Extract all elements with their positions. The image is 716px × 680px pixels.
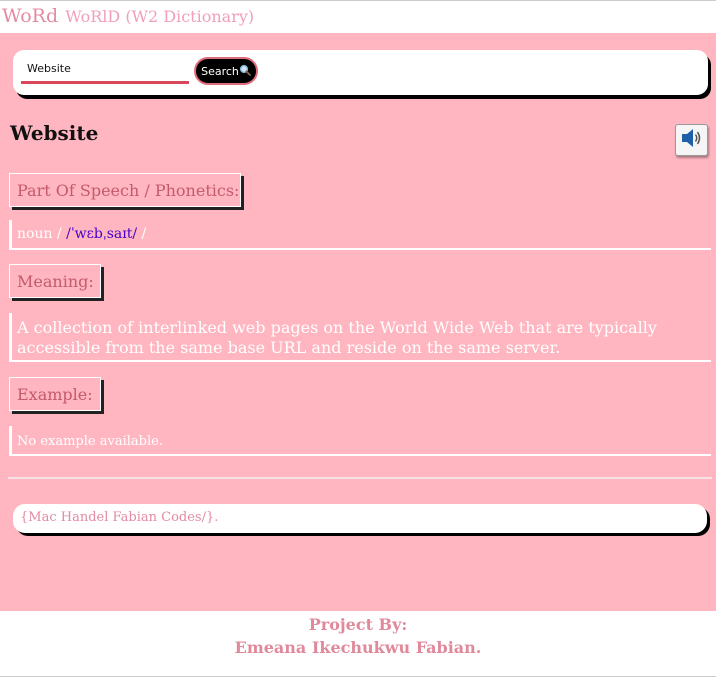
pos-row: noun / /ˈwɛbˌsaɪt/ /: [9, 220, 711, 250]
footer: Project By: Emeana Ikechukwu Fabian.: [0, 611, 716, 680]
pos-heading: Part Of Speech / Phonetics:: [9, 173, 241, 207]
phonetic-text: /ˈwɛbˌsaɪt/: [66, 226, 138, 242]
example-heading: Example:: [9, 377, 101, 411]
main-content: Search Website Part Of Speech / Phonetic…: [0, 33, 716, 611]
meaning-text: A collection of interlinked web pages on…: [9, 313, 711, 362]
speaker-icon: [681, 128, 703, 152]
pos-trailing-slash: /: [141, 226, 147, 242]
brand-logo[interactable]: WoRd WoRlD (W2 Dictionary): [2, 5, 254, 27]
divider: [8, 477, 712, 479]
example-text: No example available.: [9, 426, 711, 456]
top-bar: WoRd WoRlD (W2 Dictionary): [0, 0, 716, 33]
credit-card: {Mac Handel Fabian Codes/}.: [13, 504, 707, 533]
part-of-speech: noun /: [17, 226, 62, 242]
brand-title: WoRd: [2, 5, 59, 27]
word-title: Website: [10, 121, 99, 145]
search-card: Search: [13, 50, 708, 95]
search-input[interactable]: [21, 56, 189, 84]
meaning-heading: Meaning:: [9, 264, 101, 298]
footer-author: Emeana Ikechukwu Fabian.: [234, 638, 482, 657]
search-button[interactable]: Search: [194, 57, 258, 85]
brand-subtitle: WoRlD (W2 Dictionary): [65, 7, 255, 26]
pronounce-button[interactable]: [675, 124, 708, 156]
magnifier-icon: [239, 64, 251, 79]
footer-divider: [0, 676, 716, 677]
search-button-label: Search: [201, 64, 239, 78]
credit-text: {Mac Handel Fabian Codes/}.: [20, 510, 219, 525]
footer-label: Project By:: [308, 615, 408, 634]
